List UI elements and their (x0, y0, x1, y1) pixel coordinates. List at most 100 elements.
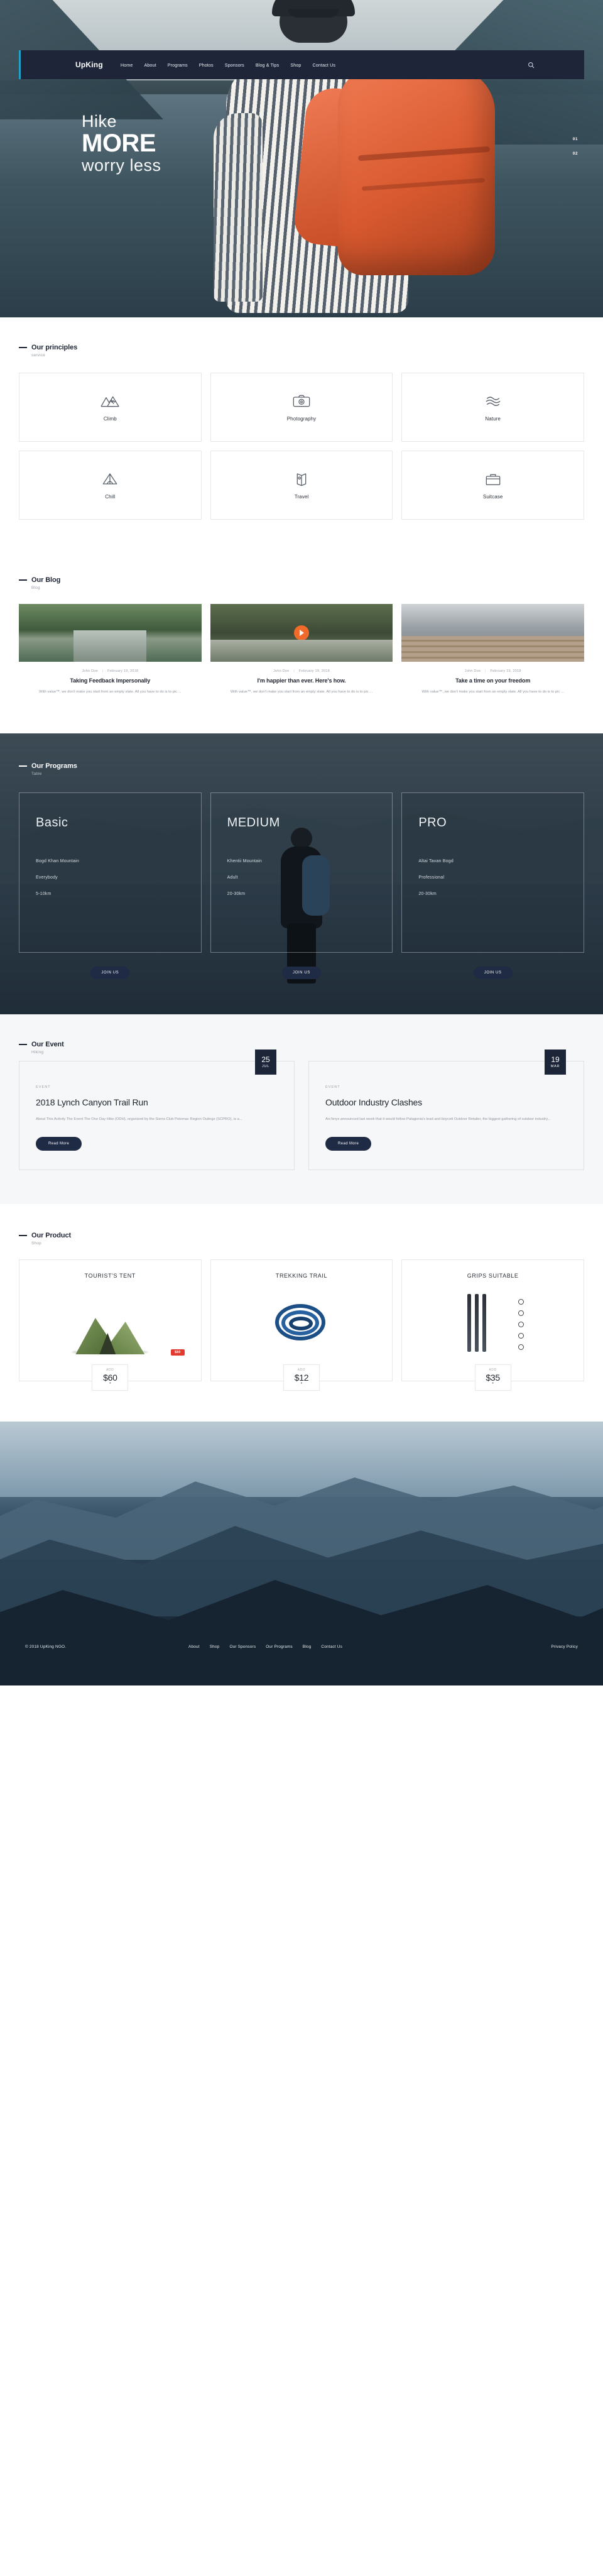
join-us-button-pro[interactable]: JOIN US (473, 967, 513, 979)
footer-link-our-sponsors[interactable]: Our Sponsors (229, 1645, 256, 1649)
brand-logo[interactable]: UpKing (75, 60, 103, 69)
dash-icon (19, 579, 27, 581)
product-add-block[interactable]: ADD $35 • (474, 1364, 511, 1391)
basket-ring-4 (518, 1333, 524, 1339)
products-title-row: Our Product (19, 1232, 603, 1239)
blog-date: February 19, 2018 (107, 669, 139, 673)
program-location: Altai Tavan Bogd (418, 859, 454, 863)
principle-label: Nature (485, 416, 501, 422)
event-card[interactable]: 25 JUL EVENT 2018 Lynch Canyon Trail Run… (19, 1050, 295, 1171)
read-more-button[interactable]: Read More (36, 1137, 82, 1151)
product-card-grips[interactable]: GRIPS SUITABLE ADD $35 • (401, 1259, 584, 1391)
nav-item-programs[interactable]: Programs (168, 62, 188, 68)
privacy-policy-link[interactable]: Privacy Policy (551, 1645, 578, 1649)
slide-indicator-2[interactable]: 02 (573, 151, 578, 156)
product-add-block[interactable]: ADD $12 • (283, 1364, 320, 1391)
camera-icon (291, 393, 312, 409)
blog-card[interactable]: John Doe | February 19, 2018 I'm happier… (210, 604, 393, 696)
program-card-pro[interactable]: PRO Altai Tavan Bogd Professional 20-30k… (401, 792, 584, 953)
events-grid: 25 JUL EVENT 2018 Lynch Canyon Trail Run… (0, 1050, 603, 1171)
hero-slider-pagination: 01 02 (573, 137, 578, 156)
event-day: 25 (261, 1055, 270, 1064)
principles-section: Our principles service Climb Photography… (0, 317, 603, 555)
product-card-trekking-trail[interactable]: TREKKING TRAIL ADD $12 • (210, 1259, 393, 1391)
add-label: ADD (489, 1367, 497, 1372)
program-card-medium[interactable]: MEDIUM Khentii Mountain Adult 20-30km (210, 792, 393, 953)
blog-meta: John Doe | February 19, 2018 (210, 669, 393, 673)
section-title: Our principles (31, 344, 78, 351)
program-details: Altai Tavan Bogd Professional 20-30km (418, 859, 567, 896)
nav-item-blog-tips[interactable]: Blog & Tips (256, 62, 279, 68)
nav-item-home[interactable]: Home (121, 62, 133, 68)
principles-title-row: Our principles (19, 344, 603, 351)
blog-card[interactable]: John Doe | February 19, 2018 Take a time… (401, 604, 584, 696)
blog-card[interactable]: John Doe | February 19, 2018 Taking Feed… (19, 604, 202, 696)
footer-link-shop[interactable]: Shop (210, 1645, 220, 1649)
products-section: Our Product Shop TOURIST'S TENT $80 ADD (0, 1204, 603, 1422)
programs-grid: Basic Bogd Khan Mountain Everybody 5-10k… (0, 792, 603, 953)
blog-author: John Doe (464, 669, 481, 673)
event-title[interactable]: Outdoor Industry Clashes (325, 1097, 567, 1107)
meta-separator: | (485, 669, 486, 673)
rope-product-image (220, 1289, 384, 1359)
event-month: MAR (550, 1065, 560, 1068)
nav-item-photos[interactable]: Photos (199, 62, 214, 68)
blog-title[interactable]: Taking Feedback Impersonally (19, 677, 202, 684)
join-us-button-basic[interactable]: JOIN US (90, 967, 130, 979)
blog-author: John Doe (82, 669, 98, 673)
program-distance: 5-10km (36, 892, 52, 896)
nav-item-contact-us[interactable]: Contact Us (313, 62, 336, 68)
nav-item-about[interactable]: About (144, 62, 156, 68)
backpack (338, 68, 495, 275)
event-kicker: EVENT (36, 1085, 51, 1089)
play-icon[interactable] (293, 625, 309, 640)
hero-section: UpKing Home About Programs Photos Sponso… (0, 0, 603, 317)
footer-link-blog[interactable]: Blog (303, 1645, 312, 1649)
hero-headline: Hike MORE worry less (82, 113, 161, 175)
section-subtitle: Shop (31, 1241, 41, 1246)
blog-title[interactable]: I'm happier than ever. Here's how. (210, 677, 393, 684)
pole-2 (474, 1294, 479, 1352)
footer-link-our-programs[interactable]: Our Programs (266, 1645, 293, 1649)
dot-indicator: • (109, 1381, 111, 1386)
principle-card-suitcase[interactable]: Suitcase (401, 451, 584, 520)
principle-card-chill[interactable]: Chill (19, 451, 202, 520)
footer-link-contact-us[interactable]: Contact Us (321, 1645, 342, 1649)
program-card-basic[interactable]: Basic Bogd Khan Mountain Everybody 5-10k… (19, 792, 202, 953)
event-day: 19 (551, 1055, 560, 1064)
blog-thumbnail (210, 604, 393, 662)
meta-separator: | (293, 669, 295, 673)
principles-heading: Our principles service (0, 344, 603, 358)
grips-product-image (411, 1289, 575, 1359)
search-icon[interactable] (526, 60, 535, 69)
dash-icon (19, 1235, 27, 1236)
program-audience: Professional (418, 875, 445, 880)
principle-card-climb[interactable]: Climb (19, 373, 202, 442)
principle-label: Climb (103, 416, 117, 422)
principle-card-nature[interactable]: Nature (401, 373, 584, 442)
principle-card-travel[interactable]: Travel (210, 451, 393, 520)
blog-meta: John Doe | February 19, 2018 (401, 669, 584, 673)
event-description: Arc'teryx announced last week that it wo… (325, 1117, 551, 1121)
section-title: Our Event (31, 1041, 64, 1048)
map-travel-icon (291, 471, 312, 487)
event-date-badge: 25 JUL (255, 1050, 276, 1075)
read-more-button[interactable]: Read More (325, 1137, 372, 1151)
nav-item-shop[interactable]: Shop (290, 62, 301, 68)
suitcase-icon (483, 471, 503, 487)
product-add-block[interactable]: ADD $60 • (92, 1364, 129, 1391)
event-title[interactable]: 2018 Lynch Canyon Trail Run (36, 1097, 278, 1107)
principle-label: Chill (105, 494, 116, 500)
product-card-tent[interactable]: TOURIST'S TENT $80 ADD $60 • (19, 1259, 202, 1391)
join-us-button-medium[interactable]: JOIN US (282, 967, 321, 979)
blog-author: John Doe (273, 669, 290, 673)
footer-link-about[interactable]: About (188, 1645, 200, 1649)
nav-item-sponsors[interactable]: Sponsors (225, 62, 244, 68)
slide-indicator-1[interactable]: 01 (573, 137, 578, 141)
product-name: GRIPS SUITABLE (467, 1273, 519, 1280)
blog-title[interactable]: Take a time on your freedom (401, 677, 584, 684)
trekking-poles-illustration (459, 1294, 528, 1357)
principle-card-photography[interactable]: Photography (210, 373, 393, 442)
program-details: Khentii Mountain Adult 20-30km (227, 859, 376, 896)
event-card[interactable]: 19 MAR EVENT Outdoor Industry Clashes Ar… (308, 1050, 584, 1171)
